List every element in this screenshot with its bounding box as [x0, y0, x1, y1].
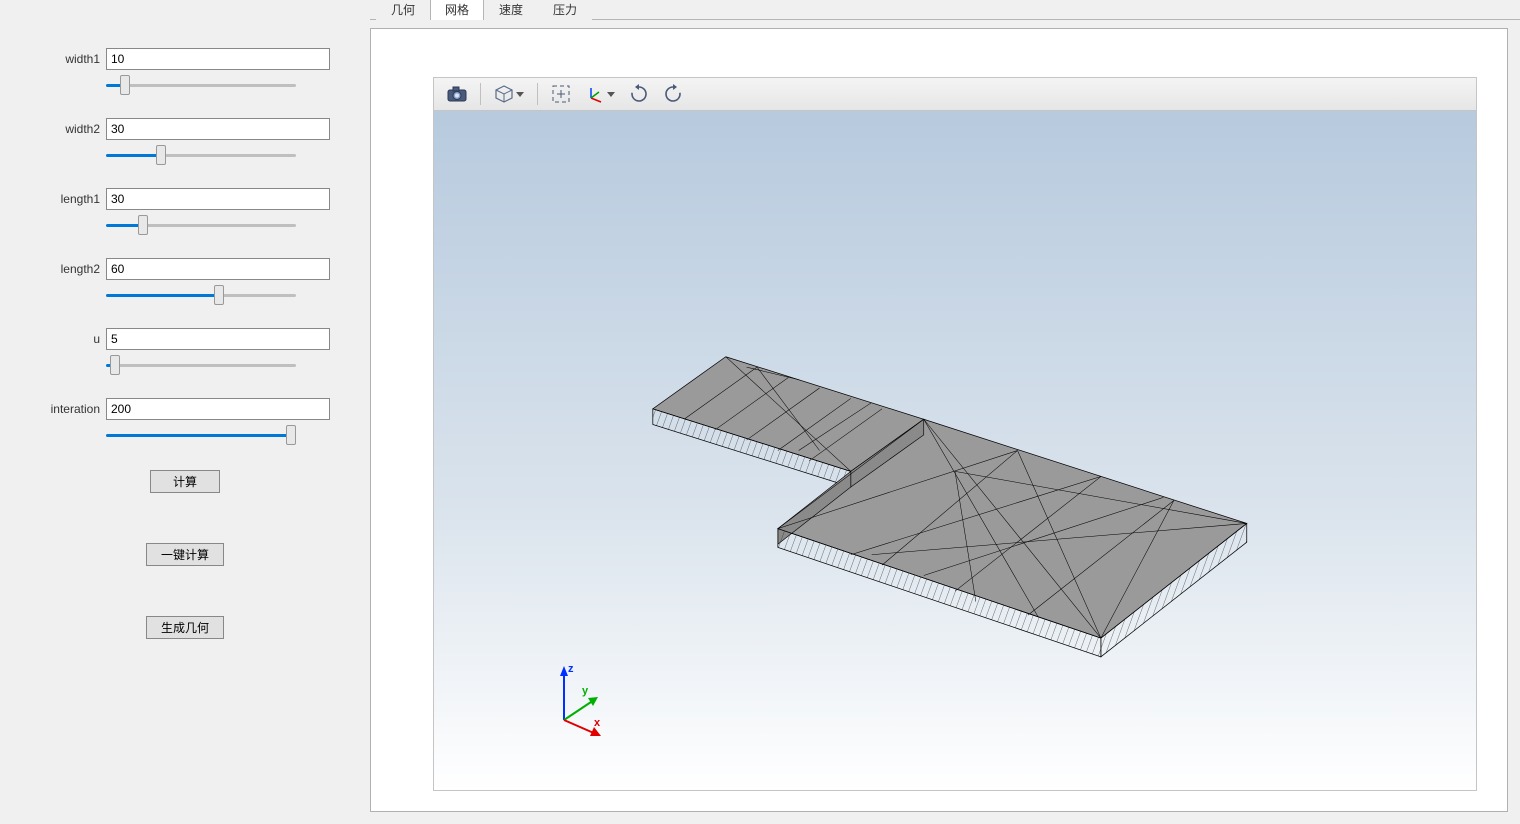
tab-1[interactable]: 网格 [430, 0, 484, 20]
viewport-toolbar [433, 77, 1477, 111]
rotate-cw-icon[interactable] [624, 81, 654, 107]
camera-icon[interactable] [442, 81, 472, 107]
chevron-down-icon [516, 92, 524, 97]
interation-slider[interactable] [106, 433, 296, 437]
viewport-frame: z y x [370, 28, 1508, 812]
param-label: width2 [40, 122, 100, 136]
param-label: interation [40, 402, 100, 416]
tab-3[interactable]: 压力 [538, 0, 592, 20]
length2-slider[interactable] [106, 293, 296, 297]
width2-slider[interactable] [106, 153, 296, 157]
width1-input[interactable] [106, 48, 330, 70]
chevron-down-icon [607, 92, 615, 97]
fit-view-icon[interactable] [546, 81, 576, 107]
param-label: length2 [40, 262, 100, 276]
length1-slider[interactable] [106, 223, 296, 227]
calc-button[interactable]: 计算 [150, 470, 220, 493]
param-length1: length1 [40, 188, 330, 230]
one-click-button[interactable]: 一键计算 [146, 543, 224, 566]
rotate-ccw-icon[interactable] [658, 81, 688, 107]
axes-icon[interactable] [580, 81, 620, 107]
interation-input[interactable] [106, 398, 330, 420]
main-area: 几何网格速度压力 [370, 0, 1520, 824]
param-interation: interation [40, 398, 330, 440]
length2-input[interactable] [106, 258, 330, 280]
param-width2: width2 [40, 118, 330, 160]
cube-view-icon[interactable] [489, 81, 529, 107]
length1-input[interactable] [106, 188, 330, 210]
param-label: u [40, 332, 100, 346]
width1-slider[interactable] [106, 83, 296, 87]
u-input[interactable] [106, 328, 330, 350]
parameter-panel: width1 width2 length1 length2 u interation 计算… [0, 0, 370, 824]
param-u: u [40, 328, 330, 370]
orientation-triad: z y x [544, 660, 614, 740]
u-slider[interactable] [106, 363, 296, 367]
width2-input[interactable] [106, 118, 330, 140]
tab-0[interactable]: 几何 [376, 0, 430, 20]
tab-2[interactable]: 速度 [484, 0, 538, 20]
param-width1: width1 [40, 48, 330, 90]
svg-text:x: x [594, 717, 601, 729]
mesh-viewport[interactable]: z y x [433, 111, 1477, 791]
param-length2: length2 [40, 258, 330, 300]
svg-text:z: z [568, 663, 574, 675]
toolbar-separator [537, 83, 538, 105]
toolbar-separator [480, 83, 481, 105]
gen-geom-button[interactable]: 生成几何 [146, 616, 224, 639]
action-buttons: 计算 一键计算 生成几何 [40, 470, 330, 639]
svg-text:y: y [582, 685, 589, 697]
tab-bar: 几何网格速度压力 [370, 0, 1520, 20]
param-label: length1 [40, 192, 100, 206]
param-label: width1 [40, 52, 100, 66]
